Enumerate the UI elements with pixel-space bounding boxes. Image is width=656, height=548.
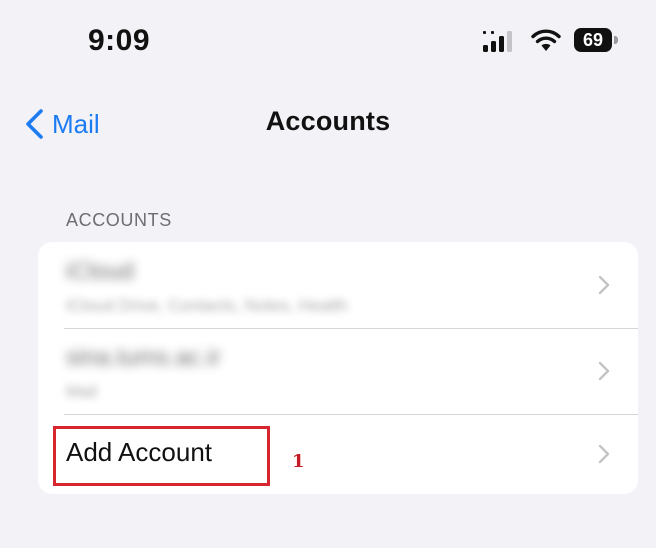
status-time: 9:09 <box>88 24 151 57</box>
battery-level: 69 <box>574 28 612 52</box>
accounts-list: iCloud iCloud Drive, Contacts, Notes, He… <box>38 242 638 494</box>
account-row-icloud[interactable]: iCloud iCloud Drive, Contacts, Notes, He… <box>38 242 638 328</box>
annotation-step-number: 1 <box>292 451 305 472</box>
account-title: sina.tums.ac.ir <box>66 344 221 371</box>
status-bar: 9:09 69 <box>0 0 656 90</box>
add-account-row[interactable]: Add Account <box>38 414 638 494</box>
chevron-right-icon <box>598 361 610 381</box>
chevron-right-icon <box>598 275 610 295</box>
cellular-signal-icon <box>483 31 512 52</box>
account-row-mail[interactable]: sina.tums.ac.ir Mail <box>38 328 638 414</box>
navigation-bar: Mail Accounts <box>0 96 656 152</box>
battery-nub <box>614 36 618 44</box>
chevron-right-icon <box>598 444 610 464</box>
account-subtitle: iCloud Drive, Contacts, Notes, Health <box>66 296 348 315</box>
battery-icon: 69 <box>574 28 618 54</box>
section-header-accounts: ACCOUNTS <box>66 210 172 230</box>
page-title: Accounts <box>265 106 391 136</box>
wifi-icon <box>531 29 561 51</box>
account-title: iCloud <box>66 258 135 285</box>
account-subtitle: Mail <box>66 382 98 401</box>
add-account-label: Add Account <box>66 437 212 467</box>
